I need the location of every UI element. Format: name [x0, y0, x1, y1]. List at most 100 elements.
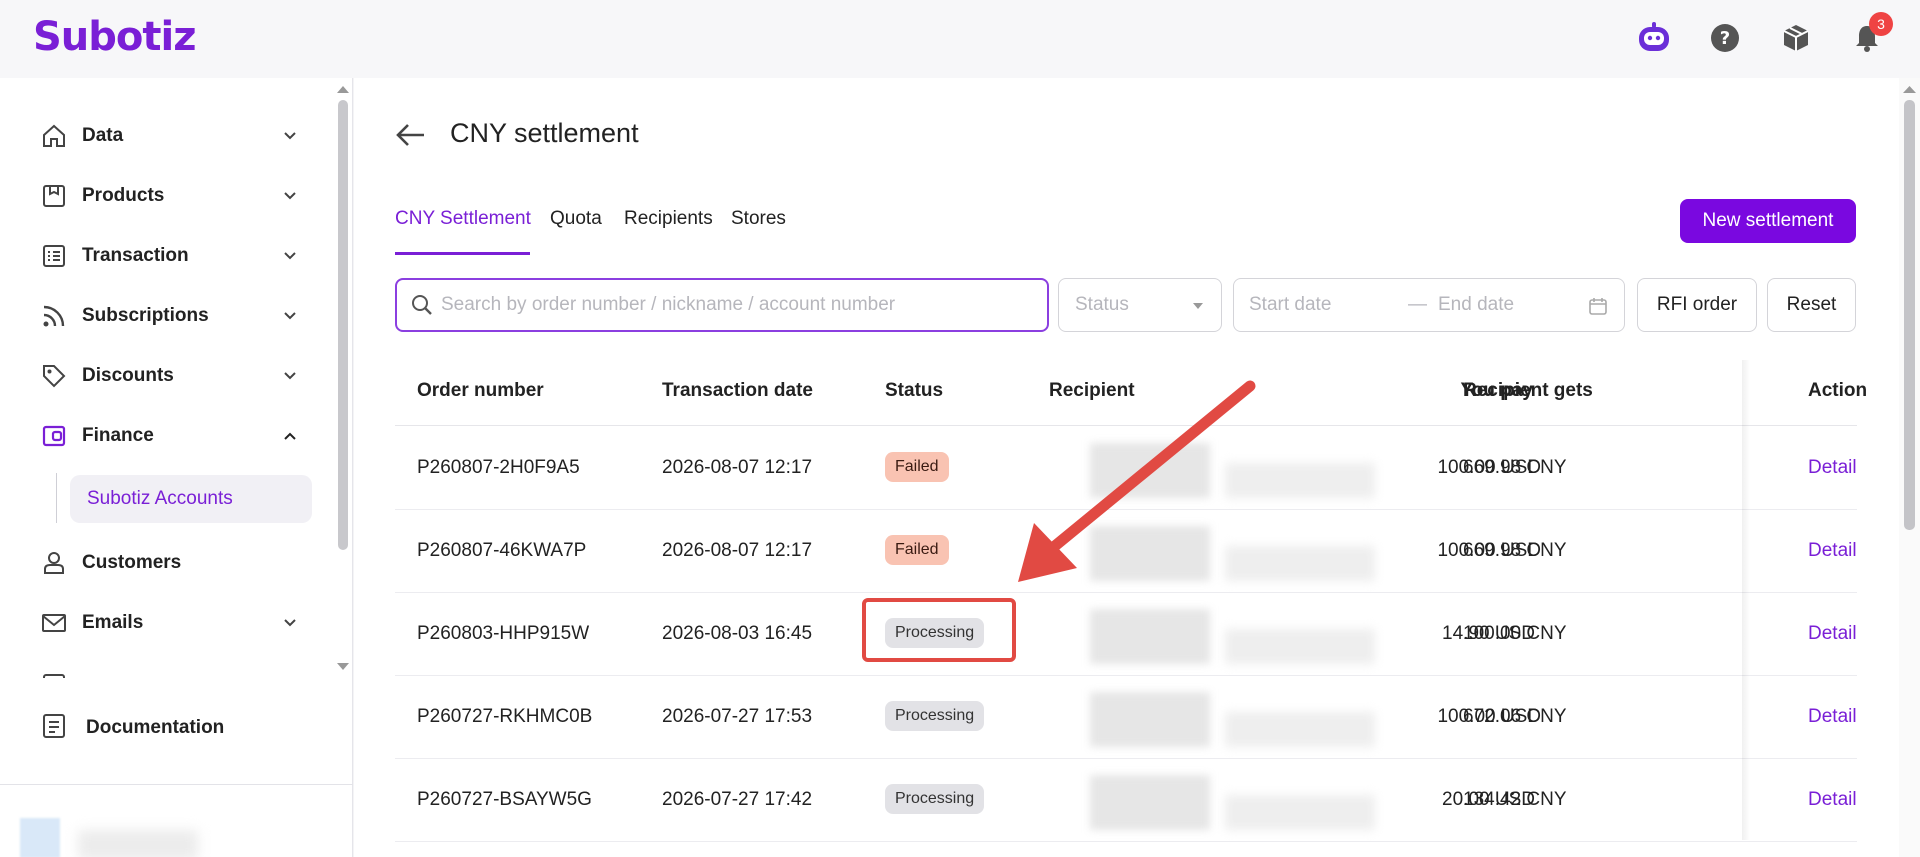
recipient-blurred	[1090, 609, 1210, 664]
order-number: P260727-BSAYW5G	[417, 789, 592, 810]
transaction-date: 2026-08-07 12:17	[662, 540, 813, 561]
tab-recipients[interactable]: Recipients	[624, 208, 713, 230]
chevron-down-icon	[284, 192, 296, 200]
recipient-blurred	[1225, 463, 1375, 498]
detail-link[interactable]: Detail	[1808, 706, 1857, 728]
main-content: CNY settlement CNY Settlement Quota Reci…	[354, 78, 1899, 857]
top-bar: Subotiz ? 3	[0, 0, 1920, 78]
sidebar-item-label: Data	[82, 125, 124, 146]
help-icon[interactable]: ?	[1707, 20, 1743, 56]
transaction-date: 2026-08-03 16:45	[662, 623, 813, 644]
tab-quota[interactable]: Quota	[550, 208, 602, 230]
transaction-date: 2026-07-27 17:42	[662, 789, 813, 810]
sidebar-item-documentation[interactable]: Documentation	[40, 706, 224, 750]
sidebar-item-transaction[interactable]: Transaction	[40, 234, 300, 278]
sidebar-item-customers[interactable]: Customers	[40, 541, 300, 585]
chevron-down-icon	[284, 312, 296, 320]
order-number: P260727-RKHMC0B	[417, 706, 593, 727]
annotation-highlight-box	[862, 598, 1016, 662]
sidebar-item-data[interactable]: Data	[40, 114, 300, 158]
new-settlement-button[interactable]: New settlement	[1680, 199, 1856, 243]
tab-cny-settlement[interactable]: CNY Settlement	[395, 208, 531, 230]
package-icon[interactable]	[1778, 20, 1814, 56]
caret-down-icon	[1193, 303, 1203, 309]
chevron-up-icon	[284, 432, 296, 440]
table-row: P260803-HHP915W 2026-08-03 16:45 Process…	[395, 593, 1857, 676]
chevron-down-icon	[284, 252, 296, 260]
recipient-blurred	[1225, 629, 1375, 664]
scroll-up-icon[interactable]	[1899, 82, 1920, 96]
chevron-down-icon	[284, 372, 296, 380]
sidebar-item-label: Finance	[82, 425, 154, 446]
recipient-blurred	[1225, 795, 1375, 830]
scroll-down-icon[interactable]	[333, 660, 353, 674]
user-icon	[40, 549, 68, 577]
document-icon	[40, 712, 68, 745]
sidebar-item-finance[interactable]: Finance	[40, 414, 300, 458]
avatar[interactable]	[20, 818, 60, 857]
sidebar-item-label: Subscriptions	[82, 305, 209, 326]
recipient-blurred	[1090, 443, 1210, 498]
svg-text:?: ?	[1720, 28, 1730, 49]
start-date-input[interactable]: Start date	[1249, 294, 1331, 316]
column-header: Recipient gets	[1463, 380, 1593, 401]
recipient-blurred	[1090, 692, 1210, 747]
list-icon	[40, 242, 68, 270]
reset-button[interactable]: Reset	[1767, 278, 1856, 332]
search-input[interactable]	[441, 294, 1001, 316]
chevron-down-icon	[284, 619, 296, 627]
sidebar-item-discounts[interactable]: Discounts	[40, 354, 300, 398]
back-arrow-icon[interactable]	[394, 120, 428, 150]
table-row: P260807-2H0F9A5 2026-08-07 12:17 Failed …	[395, 427, 1857, 510]
table-row: P260727-BSAYW5G 2026-07-27 17:42 Process…	[395, 759, 1857, 842]
detail-link[interactable]: Detail	[1808, 457, 1857, 479]
sidebar-item-label: Products	[82, 185, 165, 206]
order-number: P260807-46KWA7P	[417, 540, 587, 561]
scroll-up-icon[interactable]	[333, 82, 353, 96]
sidebar-scrollbar[interactable]	[333, 78, 353, 678]
sidebar-item-subscriptions[interactable]: Subscriptions	[40, 294, 300, 338]
detail-link[interactable]: Detail	[1808, 540, 1857, 562]
status-select[interactable]: Status	[1058, 278, 1222, 332]
sidebar-subitem-subotiz-accounts[interactable]: Subotiz Accounts	[70, 475, 312, 523]
notification-bell-icon[interactable]: 3	[1849, 12, 1893, 56]
column-header: Transaction date	[662, 380, 813, 401]
app-logo[interactable]: Subotiz	[33, 14, 197, 60]
recipient-blurred	[1225, 546, 1375, 581]
order-number: P260803-HHP915W	[417, 623, 590, 644]
detail-link[interactable]: Detail	[1808, 623, 1857, 645]
rfi-order-button[interactable]: RFI order	[1637, 278, 1757, 332]
sidebar-item-label: Discounts	[82, 365, 174, 386]
main-scroll-thumb[interactable]	[1904, 100, 1915, 530]
transaction-date: 2026-08-07 12:17	[662, 457, 813, 478]
recipient-gets-amount: 100.00 CNY	[1463, 623, 1567, 644]
active-tab-indicator	[395, 252, 530, 255]
column-header: Recipient	[1049, 380, 1135, 401]
column-header: Order number	[417, 380, 544, 401]
detail-link[interactable]: Detail	[1808, 789, 1857, 811]
recipient-blurred	[1090, 526, 1210, 581]
sidebar-scroll-thumb[interactable]	[338, 100, 348, 550]
order-number: P260807-2H0F9A5	[417, 457, 580, 478]
sidebar-item-label: Customers	[82, 552, 182, 573]
main-scrollbar[interactable]	[1899, 78, 1920, 857]
sidebar-divider	[0, 784, 353, 785]
sidebar-item-partial[interactable]	[40, 661, 300, 678]
product-box-icon	[40, 182, 68, 210]
ai-assistant-icon[interactable]	[1636, 20, 1672, 56]
sidebar-item-products[interactable]: Products	[40, 174, 300, 218]
sidebar-nav: Data Products Transaction Subscriptions …	[0, 78, 333, 678]
search-field[interactable]	[395, 278, 1049, 332]
column-header: Status	[885, 380, 944, 401]
date-range-picker[interactable]: Start date — End date	[1233, 278, 1625, 332]
end-date-input[interactable]: End date	[1438, 294, 1514, 316]
table-row: P260807-46KWA7P 2026-08-07 12:17 Failed …	[395, 510, 1857, 593]
wallet-icon	[40, 422, 68, 450]
page-title: CNY settlement	[450, 118, 639, 148]
submenu-divider	[56, 473, 57, 523]
sidebar-item-emails[interactable]: Emails	[40, 601, 300, 645]
account-name-blurred	[78, 830, 198, 857]
column-header: Action	[1808, 380, 1868, 401]
tab-stores[interactable]: Stores	[731, 208, 786, 230]
recipient-blurred	[1225, 712, 1375, 747]
